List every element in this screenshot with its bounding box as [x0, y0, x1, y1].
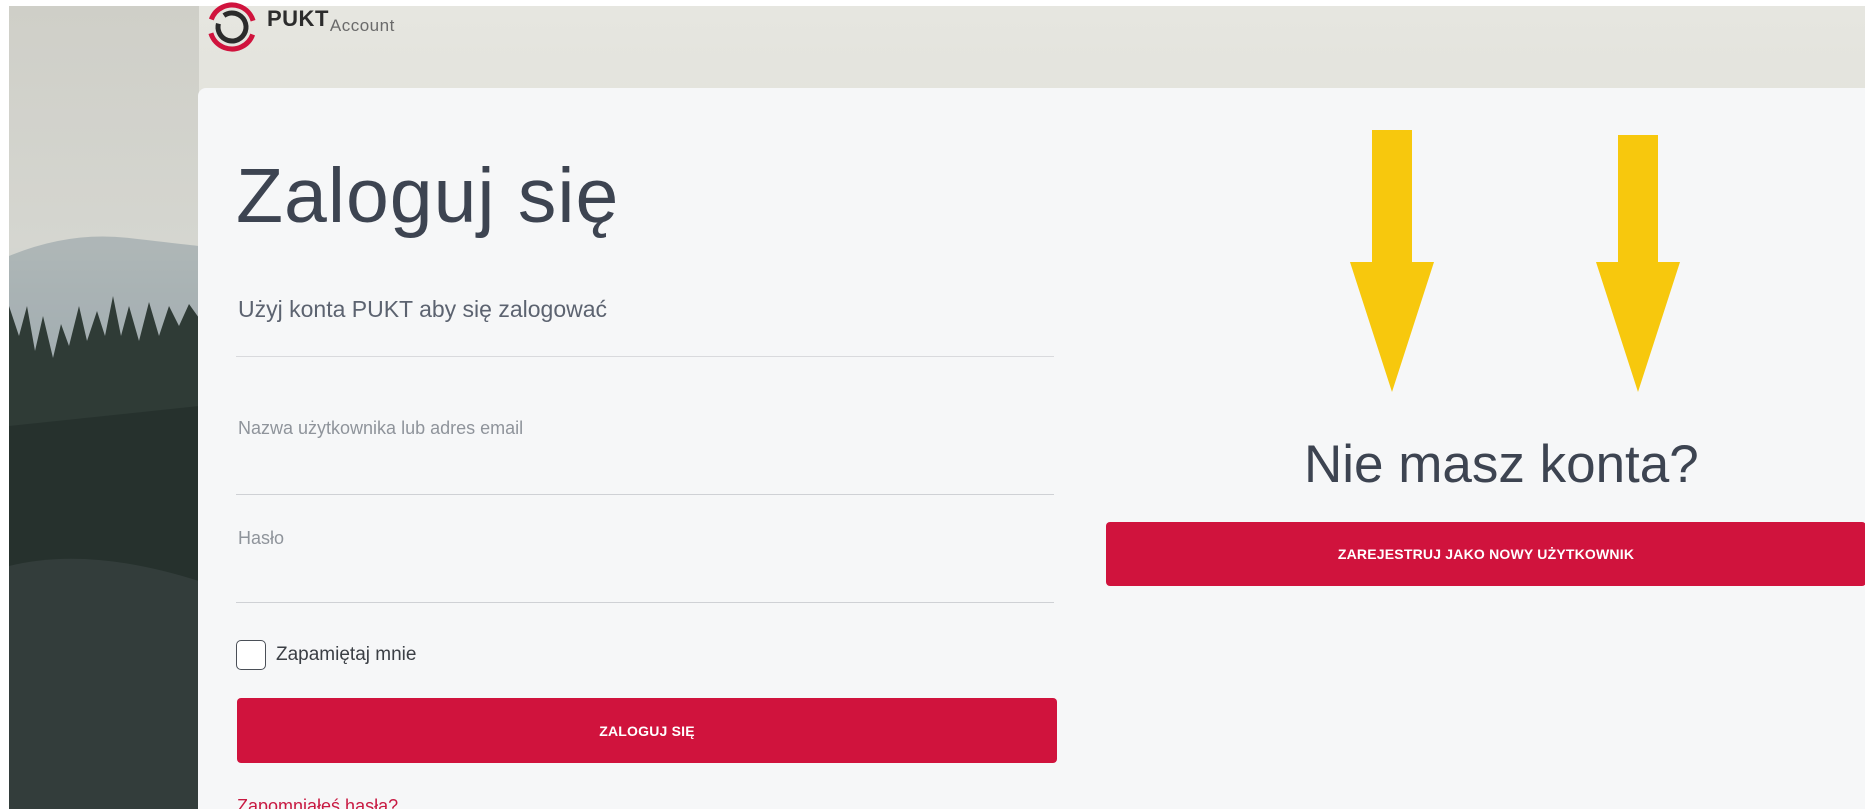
no-account-heading: Nie masz konta?	[1304, 435, 1699, 494]
header-logo[interactable]: PUKTAccount	[205, 0, 395, 54]
down-arrow-icon	[1596, 135, 1680, 392]
login-button[interactable]: ZALOGUJ SIĘ	[237, 698, 1057, 763]
register-button-label: ZAREJESTRUJ JAKO NOWY UŻYTKOWNIK	[1337, 546, 1635, 562]
divider	[236, 356, 1054, 357]
page-title: Zaloguj się	[236, 153, 620, 239]
down-arrow-icon	[1350, 130, 1434, 392]
remember-checkbox[interactable]	[236, 640, 266, 670]
pukt-logo-icon	[207, 2, 257, 52]
forest-silhouette	[9, 236, 199, 809]
username-field[interactable]	[236, 454, 1054, 495]
left-gutter	[0, 0, 9, 809]
forgot-password-link[interactable]: Zapomniałeś hasła?	[237, 796, 398, 809]
page: PUKTAccount Zaloguj się Użyj konta PUKT …	[0, 0, 1865, 809]
remember-label: Zapamiętaj mnie	[276, 644, 417, 665]
register-button[interactable]: ZAREJESTRUJ JAKO NOWY UŻYTKOWNIK	[1106, 522, 1865, 586]
forest-image	[9, 6, 199, 809]
password-field[interactable]	[236, 562, 1054, 603]
brand-name: PUKTAccount	[267, 6, 395, 35]
remember-me[interactable]: Zapamiętaj mnie	[236, 640, 416, 670]
brand-text: PUKT	[267, 6, 329, 31]
password-label: Hasło	[238, 528, 285, 548]
login-subtitle: Użyj konta PUKT aby się zalogować	[238, 296, 608, 322]
login-button-label: ZALOGUJ SIĘ	[599, 722, 695, 739]
brand-subtitle: Account	[329, 16, 395, 35]
username-label: Nazwa użytkownika lub adres email	[238, 418, 524, 438]
